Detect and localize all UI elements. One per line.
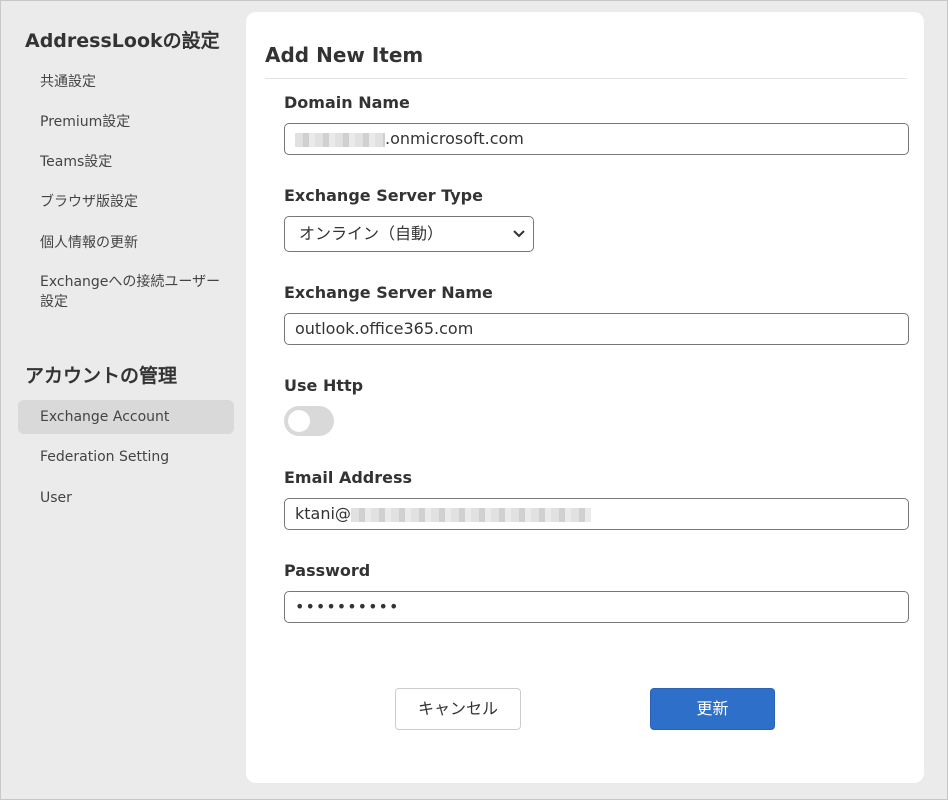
sidebar-item-browser-settings[interactable]: ブラウザ版設定 [18, 192, 234, 212]
use-http-toggle[interactable] [284, 406, 334, 436]
toggle-knob [288, 410, 310, 432]
use-http-label: Use Http [284, 376, 364, 395]
sidebar-item-premium-settings[interactable]: Premium設定 [18, 112, 234, 132]
sidebar-item-federation-setting[interactable]: Federation Setting [18, 447, 234, 467]
domain-name-label: Domain Name [284, 93, 410, 112]
sidebar-item-teams-settings[interactable]: Teams設定 [18, 152, 234, 172]
settings-heading: AddressLookの設定 [25, 30, 220, 52]
sidebar-item-exchange-account[interactable]: Exchange Account [18, 400, 234, 434]
redacted-text [295, 132, 385, 147]
email-label: Email Address [284, 468, 413, 487]
password-label: Password [284, 561, 371, 580]
server-type-selected: オンライン（自動） [299, 224, 444, 243]
email-input[interactable]: ktani@ [284, 498, 909, 530]
server-type-label: Exchange Server Type [284, 186, 483, 205]
main-panel: Add New Item Domain Name .onmicrosoft.co… [246, 12, 924, 783]
sidebar-item-common-settings[interactable]: 共通設定 [18, 72, 234, 92]
domain-name-input[interactable]: .onmicrosoft.com [284, 123, 909, 155]
cancel-button[interactable]: キャンセル [395, 688, 521, 730]
page-title: Add New Item [265, 43, 424, 67]
account-heading: アカウントの管理 [25, 365, 178, 387]
email-prefix: ktani@ [295, 504, 351, 523]
server-name-label: Exchange Server Name [284, 283, 493, 302]
sidebar-item-user[interactable]: User [18, 488, 234, 508]
password-input[interactable]: •••••••••• [284, 591, 909, 623]
domain-name-suffix: .onmicrosoft.com [385, 129, 524, 148]
sidebar-item-personal-info[interactable]: 個人情報の更新 [18, 233, 234, 253]
redacted-text [350, 507, 591, 522]
sidebar: AddressLookの設定 共通設定 Premium設定 Teams設定 ブラ… [1, 1, 241, 800]
chevron-down-icon [513, 217, 525, 264]
server-name-input[interactable]: outlook.office365.com [284, 313, 909, 345]
server-type-select[interactable]: オンライン（自動） [284, 216, 534, 252]
title-divider [265, 78, 907, 79]
sidebar-item-exchange-connection-user[interactable]: Exchangeへの接続ユーザー設定 [18, 272, 234, 312]
update-button[interactable]: 更新 [650, 688, 775, 730]
